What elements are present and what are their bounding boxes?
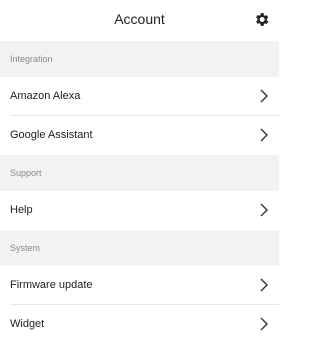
list-item-widget[interactable]: Widget (0, 305, 279, 344)
section-header-integration: Integration (0, 41, 279, 77)
gear-icon[interactable] (253, 11, 270, 28)
chevron-right-icon (260, 317, 268, 331)
chevron-right-icon (260, 203, 268, 217)
section-header-support: Support (0, 155, 279, 191)
list-item-label: Google Assistant (10, 129, 93, 141)
list-item-label: Help (10, 204, 33, 216)
chevron-right-icon (260, 278, 268, 292)
list-item-google-assistant[interactable]: Google Assistant (0, 116, 279, 155)
list-item-label: Firmware update (10, 279, 93, 291)
section-header-system: System (0, 230, 279, 266)
section-label: Support (10, 168, 42, 178)
list-item-firmware-update[interactable]: Firmware update (0, 266, 279, 305)
list-item-amazon-alexa[interactable]: Amazon Alexa (0, 77, 279, 116)
list-item-label: Widget (10, 318, 45, 330)
list-item-help[interactable]: Help (0, 191, 279, 230)
header-bar: Account (0, 0, 279, 41)
chevron-right-icon (260, 89, 268, 103)
chevron-right-icon (260, 128, 268, 142)
section-label: Integration (10, 54, 53, 64)
page-title: Account (114, 11, 165, 27)
section-label: System (10, 243, 41, 253)
list-item-label: Amazon Alexa (10, 90, 81, 102)
